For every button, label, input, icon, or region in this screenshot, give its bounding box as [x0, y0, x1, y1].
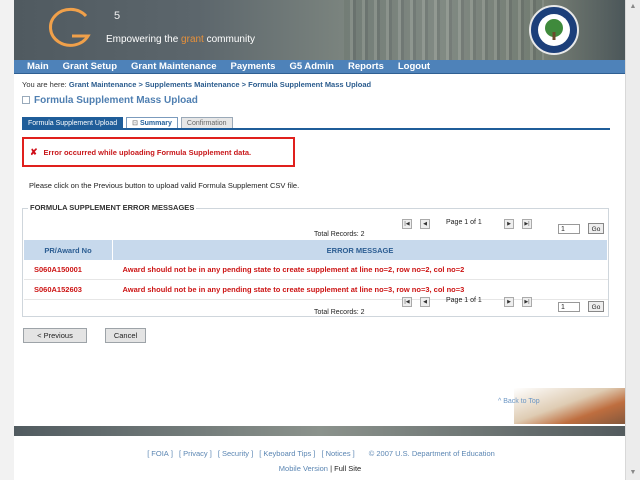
breadcrumb-separator: >: [241, 80, 247, 89]
footer-classroom-photo: [514, 388, 626, 424]
footer-link-privacy[interactable]: Privacy: [183, 449, 208, 458]
nav-grant-maintenance[interactable]: Grant Maintenance: [131, 61, 217, 72]
total-records: Total Records: 2: [314, 231, 365, 238]
go-button[interactable]: Go: [588, 301, 604, 312]
mobile-version-link[interactable]: Mobile Version: [279, 464, 328, 473]
award-number-cell: S060A152603: [24, 279, 113, 300]
department-seal-icon: [529, 5, 579, 55]
breadcrumb-supplements-maintenance[interactable]: Supplements Maintenance: [145, 80, 240, 89]
section-title: FORMULA SUPPLEMENT ERROR MESSAGES: [28, 203, 197, 212]
breadcrumb-grant-maintenance[interactable]: Grant Maintenance: [69, 80, 137, 89]
nav-g5-admin[interactable]: G5 Admin: [289, 61, 334, 72]
site-switch-divider: |: [330, 464, 333, 473]
table-header-row: PR/Award No ERROR MESSAGE: [24, 240, 608, 260]
pager-top: |◀ ◀ Page 1 of 1 ▶ ▶| Total Records: 2 1…: [314, 218, 614, 240]
nav-payments[interactable]: Payments: [231, 61, 276, 72]
page: 5 Empowering the grant community Main Gr…: [14, 0, 626, 480]
nav-main[interactable]: Main: [27, 61, 49, 72]
scroll-down-icon[interactable]: ▼: [628, 468, 638, 478]
error-text: Error occurred while uploading Formula S…: [43, 147, 252, 157]
copyright: © 2007 U.S. Department of Education: [368, 449, 495, 458]
vertical-scrollbar[interactable]: ▲ ▼: [625, 0, 640, 480]
prev-page-icon[interactable]: ◀: [420, 219, 430, 229]
footer-links: [FOIA] [Privacy] [Security] [Keyboard Ti…: [147, 449, 495, 458]
footer-link-keyboard-tips[interactable]: Keyboard Tips: [263, 449, 311, 458]
collapse-icon[interactable]: [22, 96, 30, 105]
award-number-cell: S060A150001: [24, 260, 113, 280]
error-message-box: ✘ Error occurred while uploading Formula…: [22, 137, 295, 167]
last-page-icon[interactable]: ▶|: [522, 297, 532, 307]
logo-superscript: 5: [114, 10, 121, 22]
prev-page-icon[interactable]: ◀: [420, 297, 430, 307]
x-icon: ✘: [30, 146, 38, 157]
page-indicator: Page 1 of 1: [446, 297, 482, 304]
breadcrumb-current: Formula Supplement Mass Upload: [248, 80, 372, 89]
column-header-award: PR/Award No: [24, 240, 113, 260]
table-row: S060A150001 Award should not be in any p…: [24, 260, 608, 280]
main-nav: Main Grant Setup Grant Maintenance Payme…: [14, 60, 626, 74]
full-site-label: Full Site: [334, 464, 362, 473]
column-header-error: ERROR MESSAGE: [112, 240, 608, 260]
tab-divider: [22, 128, 610, 130]
pager-bottom: |◀ ◀ Page 1 of 1 ▶ ▶| Total Records: 2 1…: [314, 296, 614, 318]
page-indicator: Page 1 of 1: [446, 219, 482, 226]
instruction-text: Please click on the Previous button to u…: [29, 181, 300, 190]
next-page-icon[interactable]: ▶: [504, 297, 514, 307]
footer-band: [14, 426, 626, 436]
cancel-button[interactable]: Cancel: [105, 328, 146, 343]
footer-site-switch: Mobile Version | Full Site: [14, 464, 626, 473]
total-records: Total Records: 2: [314, 309, 365, 316]
breadcrumb-separator: >: [138, 80, 143, 89]
scroll-up-icon[interactable]: ▲: [628, 2, 638, 12]
tagline: Empowering the grant community: [106, 34, 255, 45]
header-banner: 5 Empowering the grant community: [14, 0, 626, 60]
footer-link-foia[interactable]: FOIA: [151, 449, 169, 458]
back-to-top-link[interactable]: ^ Back to Top: [498, 398, 540, 405]
tab-doc-icon: ⊡: [132, 120, 138, 127]
footer-link-notices[interactable]: Notices: [326, 449, 351, 458]
last-page-icon[interactable]: ▶|: [522, 219, 532, 229]
breadcrumb-prefix: You are here:: [22, 80, 67, 89]
first-page-icon[interactable]: |◀: [402, 297, 412, 307]
bookshelf-photo: [344, 0, 544, 60]
nav-reports[interactable]: Reports: [348, 61, 384, 72]
error-message-cell: Award should not be in any pending state…: [112, 260, 608, 280]
page-number-input[interactable]: 1: [558, 224, 580, 234]
g5-logo-icon: [49, 7, 91, 47]
page-number-input[interactable]: 1: [558, 302, 580, 312]
previous-button[interactable]: < Previous: [23, 328, 87, 343]
next-page-icon[interactable]: ▶: [504, 219, 514, 229]
nav-grant-setup[interactable]: Grant Setup: [63, 61, 117, 72]
error-table: PR/Award No ERROR MESSAGE S060A150001 Aw…: [24, 240, 608, 300]
nav-logout[interactable]: Logout: [398, 61, 430, 72]
go-button[interactable]: Go: [588, 223, 604, 234]
breadcrumb: You are here: Grant Maintenance > Supple…: [22, 80, 371, 89]
first-page-icon[interactable]: |◀: [402, 219, 412, 229]
page-title: Formula Supplement Mass Upload: [22, 95, 198, 106]
footer-link-security[interactable]: Security: [222, 449, 249, 458]
